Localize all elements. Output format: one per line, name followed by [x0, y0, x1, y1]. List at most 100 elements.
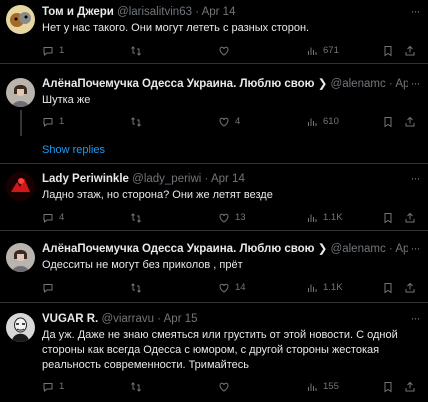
bookmark-button[interactable]	[382, 282, 399, 294]
view-count: 1.1K	[323, 212, 343, 223]
tweet-alenamc[interactable]: АлёнаПочемучка Одесса Украина. Люблю сво…	[0, 64, 428, 136]
retweet-button[interactable]	[130, 212, 147, 224]
user-handle[interactable]: @alenamc	[331, 243, 386, 255]
post-date[interactable]: Apr 15	[164, 313, 198, 325]
tweet-header: VUGAR R. @viarravu · Apr 15	[42, 312, 408, 326]
reply-button[interactable]	[42, 282, 59, 294]
retweet-icon	[131, 117, 141, 127]
reply-button[interactable]: 1	[42, 45, 64, 57]
share-icon	[405, 116, 415, 127]
retweet-icon	[131, 213, 141, 223]
user-handle[interactable]: @lady_periwi	[132, 173, 201, 185]
avatar[interactable]	[6, 243, 35, 272]
separator-dot: ·	[388, 78, 393, 90]
views-icon	[308, 284, 317, 292]
views-button[interactable]: 1.1K	[306, 212, 343, 224]
bookmark-button[interactable]	[382, 116, 399, 128]
reply-icon	[43, 214, 53, 224]
reply-button[interactable]: 4	[42, 212, 64, 224]
user-handle[interactable]: @viarravu	[101, 313, 154, 325]
user-handle[interactable]: @larisalitvin63	[117, 6, 192, 18]
tweet-header: Lady Periwinkle @lady_periwi · Apr 14	[42, 172, 408, 186]
bookmark-button[interactable]	[382, 212, 399, 224]
more-icon[interactable]: ···	[408, 4, 422, 18]
avatar[interactable]	[6, 78, 35, 107]
tweet-header: АлёнаПочемучка Одесса Украина. Люблю сво…	[42, 242, 408, 256]
tweet-alenamc-2[interactable]: АлёнаПочемучка Одесса Украина. Люблю сво…	[0, 231, 428, 301]
tweet-text: Да уж. Даже не знаю смеяться или грустит…	[42, 329, 398, 371]
bookmark-button[interactable]	[382, 45, 399, 57]
like-count: 13	[235, 212, 246, 223]
views-icon	[308, 47, 317, 55]
retweet-button[interactable]	[130, 45, 147, 57]
display-name[interactable]: Том и Джери	[42, 6, 114, 18]
like-button[interactable]	[218, 45, 235, 57]
share-icon	[405, 282, 415, 293]
view-count: 610	[323, 116, 339, 127]
share-button[interactable]	[404, 282, 421, 294]
views-button[interactable]: 671	[306, 45, 339, 57]
reply-count: 1	[59, 381, 65, 392]
share-button[interactable]	[404, 116, 421, 128]
show-replies-link[interactable]: Show replies	[42, 143, 105, 157]
tweet-lady-periwinkle[interactable]: Lady Periwinkle @lady_periwi · Apr 14 ··…	[0, 164, 428, 230]
more-icon[interactable]: ···	[408, 311, 422, 325]
thread-connector	[20, 110, 22, 136]
tweet-actions: 1 4 610	[42, 116, 418, 130]
tweet-header: Том и Джери @larisalitvin63 · Apr 14	[42, 5, 408, 19]
views-button[interactable]: 610	[306, 116, 339, 128]
reply-button[interactable]: 1	[42, 116, 64, 128]
tweet-larisalitvin63[interactable]: Том и Джери @larisalitvin63 · Apr 14 ···…	[0, 0, 428, 60]
share-icon	[405, 212, 415, 223]
post-date[interactable]: Apr 14	[395, 78, 408, 90]
views-icon	[308, 118, 317, 126]
share-button[interactable]	[404, 45, 421, 57]
retweet-icon	[131, 382, 141, 392]
views-button[interactable]: 155	[306, 381, 339, 393]
post-date[interactable]: Apr 14	[202, 6, 236, 18]
bookmark-icon	[384, 382, 392, 393]
reply-button[interactable]: 1	[42, 381, 64, 393]
more-icon[interactable]: ···	[408, 241, 422, 255]
avatar[interactable]	[6, 172, 35, 201]
retweet-button[interactable]	[130, 282, 147, 294]
bookmark-button[interactable]	[382, 381, 399, 393]
reply-icon	[43, 284, 53, 294]
tweet-text: Одесситы не могут без приколов , прёт	[42, 259, 243, 271]
avatar[interactable]	[6, 313, 35, 342]
reply-icon	[43, 383, 53, 393]
display-name[interactable]: АлёнаПочемучка Одесса Украина. Люблю сво…	[42, 243, 327, 255]
tweet-actions: 14 1.1K	[42, 282, 418, 296]
post-date[interactable]: Apr 14	[211, 173, 245, 185]
share-button[interactable]	[404, 381, 421, 393]
like-button[interactable]: 4	[218, 116, 240, 128]
retweet-button[interactable]	[130, 116, 147, 128]
view-count: 1.1K	[323, 282, 343, 293]
retweet-button[interactable]	[130, 381, 147, 393]
tweet-header: АлёнаПочемучка Одесса Украина. Люблю сво…	[42, 77, 408, 91]
display-name[interactable]: АлёнаПочемучка Одесса Украина. Люблю сво…	[42, 78, 327, 90]
bookmark-icon	[384, 117, 392, 128]
post-date[interactable]: Apr 14	[395, 243, 408, 255]
like-button[interactable]: 13	[218, 212, 246, 224]
display-name[interactable]: VUGAR R.	[42, 313, 98, 325]
views-icon	[308, 383, 317, 391]
avatar[interactable]	[6, 5, 35, 34]
bookmark-icon	[384, 213, 392, 224]
views-button[interactable]: 1.1K	[306, 282, 343, 294]
share-icon	[405, 45, 415, 56]
more-icon[interactable]: ···	[408, 76, 422, 90]
display-name[interactable]: Lady Periwinkle	[42, 173, 129, 185]
retweet-icon	[131, 283, 141, 293]
more-icon[interactable]: ···	[408, 171, 422, 185]
reply-icon	[43, 47, 53, 57]
share-button[interactable]	[404, 212, 421, 224]
like-button[interactable]: 14	[218, 282, 246, 294]
like-button[interactable]	[218, 381, 235, 393]
user-handle[interactable]: @alenamc	[331, 78, 386, 90]
tweet-actions: 1 671	[42, 45, 418, 59]
like-count: 4	[235, 116, 241, 127]
like-icon	[219, 46, 229, 56]
tweet-viarravu[interactable]: VUGAR R. @viarravu · Apr 15 ··· Да уж. Д…	[0, 303, 428, 402]
like-icon	[219, 213, 229, 223]
